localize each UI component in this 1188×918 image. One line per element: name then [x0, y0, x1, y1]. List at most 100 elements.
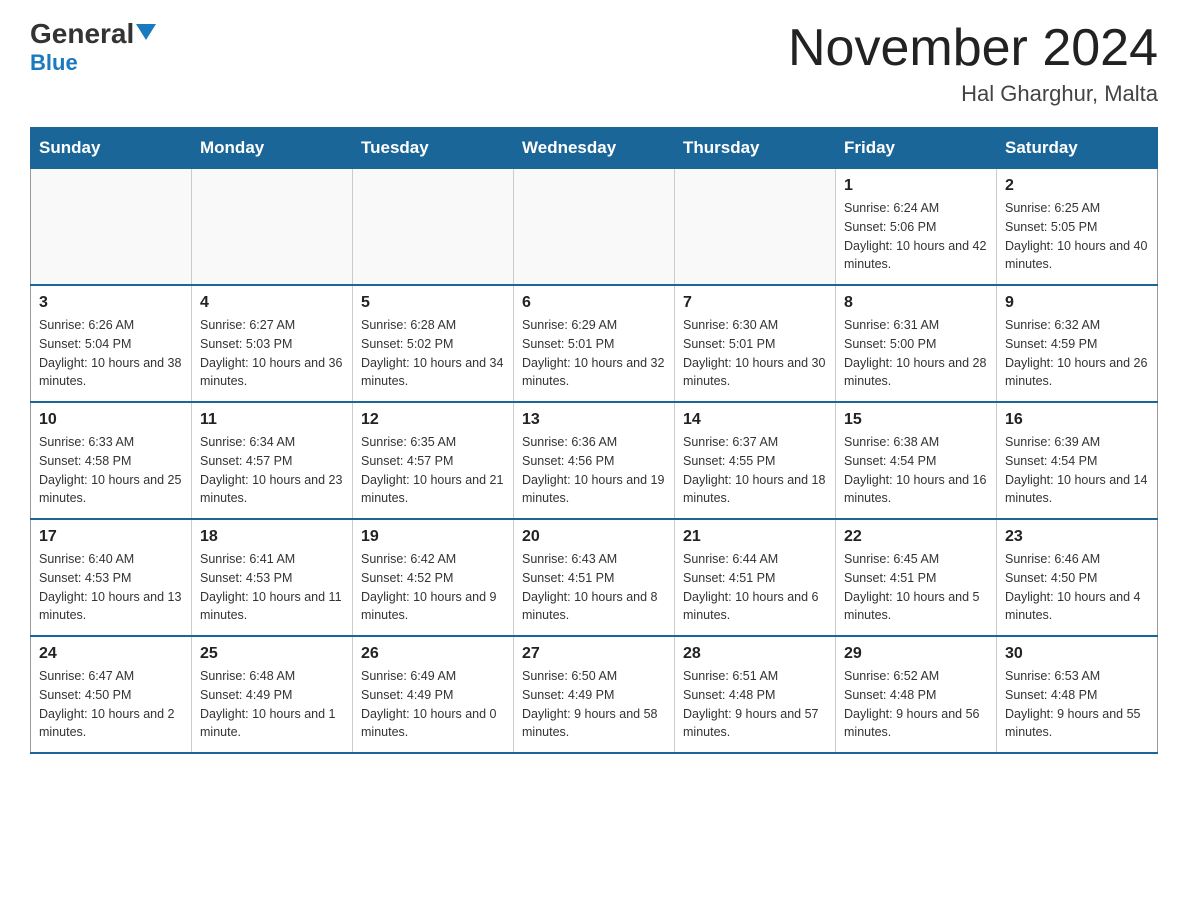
day-info: Sunrise: 6:25 AMSunset: 5:05 PMDaylight:… — [1005, 199, 1149, 274]
day-number: 3 — [39, 294, 183, 312]
day-cell: 26 Sunrise: 6:49 AMSunset: 4:49 PMDayligh… — [353, 636, 514, 753]
day-cell: 4 Sunrise: 6:27 AMSunset: 5:03 PMDaylight… — [192, 285, 353, 402]
day-number: 13 — [522, 411, 666, 429]
logo-blue: Blue — [30, 50, 78, 76]
week-row-2: 3 Sunrise: 6:26 AMSunset: 5:04 PMDaylight… — [31, 285, 1158, 402]
day-number: 27 — [522, 645, 666, 663]
day-cell: 6Sunrise: 6:29 AMSunset: 5:01 PMDaylight… — [514, 285, 675, 402]
day-info: Sunrise: 6:48 AMSunset: 4:49 PMDaylight:… — [200, 667, 344, 742]
day-cell: 28Sunrise: 6:51 AMSunset: 4:48 PMDayligh… — [675, 636, 836, 753]
day-info: Sunrise: 6:32 AMSunset: 4:59 PMDaylight:… — [1005, 316, 1149, 391]
day-cell: 19 Sunrise: 6:42 AMSunset: 4:52 PMDayligh… — [353, 519, 514, 636]
day-info: Sunrise: 6:47 AMSunset: 4:50 PMDaylight:… — [39, 667, 183, 742]
day-number: 21 — [683, 528, 827, 546]
days-of-week-row: SundayMondayTuesdayWednesdayThursdayFrid… — [31, 128, 1158, 169]
day-info: Sunrise: 6:49 AMSunset: 4:49 PMDaylight:… — [361, 667, 505, 742]
day-number: 24 — [39, 645, 183, 663]
day-of-week-monday: Monday — [192, 128, 353, 169]
day-info: Sunrise: 6:34 AMSunset: 4:57 PMDaylight:… — [200, 433, 344, 508]
day-info: Sunrise: 6:41 AMSunset: 4:53 PMDaylight:… — [200, 550, 344, 625]
day-number: 9 — [1005, 294, 1149, 312]
day-cell: 22 Sunrise: 6:45 AMSunset: 4:51 PMDayligh… — [836, 519, 997, 636]
month-year-title: November 2024 — [788, 20, 1158, 77]
day-cell — [31, 169, 192, 286]
day-cell: 7 Sunrise: 6:30 AMSunset: 5:01 PMDaylight… — [675, 285, 836, 402]
day-info: Sunrise: 6:50 AMSunset: 4:49 PMDaylight:… — [522, 667, 666, 742]
day-number: 22 — [844, 528, 988, 546]
day-cell: 18 Sunrise: 6:41 AMSunset: 4:53 PMDayligh… — [192, 519, 353, 636]
day-number: 25 — [200, 645, 344, 663]
title-area: November 2024 Hal Gharghur, Malta — [788, 20, 1158, 107]
day-number: 7 — [683, 294, 827, 312]
day-number: 19 — [361, 528, 505, 546]
week-row-5: 24 Sunrise: 6:47 AMSunset: 4:50 PMDayligh… — [31, 636, 1158, 753]
day-cell: 1 Sunrise: 6:24 AMSunset: 5:06 PMDaylight… — [836, 169, 997, 286]
day-cell: 15 Sunrise: 6:38 AMSunset: 4:54 PMDayligh… — [836, 402, 997, 519]
day-cell: 24 Sunrise: 6:47 AMSunset: 4:50 PMDayligh… — [31, 636, 192, 753]
day-number: 30 — [1005, 645, 1149, 663]
day-info: Sunrise: 6:35 AMSunset: 4:57 PMDaylight:… — [361, 433, 505, 508]
logo: General Blue — [30, 20, 156, 76]
day-number: 23 — [1005, 528, 1149, 546]
day-cell — [514, 169, 675, 286]
week-row-4: 17Sunrise: 6:40 AMSunset: 4:53 PMDayligh… — [31, 519, 1158, 636]
day-cell: 17Sunrise: 6:40 AMSunset: 4:53 PMDayligh… — [31, 519, 192, 636]
day-info: Sunrise: 6:46 AMSunset: 4:50 PMDaylight:… — [1005, 550, 1149, 625]
day-cell: 25 Sunrise: 6:48 AMSunset: 4:49 PMDayligh… — [192, 636, 353, 753]
day-info: Sunrise: 6:30 AMSunset: 5:01 PMDaylight:… — [683, 316, 827, 391]
day-of-week-tuesday: Tuesday — [353, 128, 514, 169]
location-subtitle: Hal Gharghur, Malta — [788, 81, 1158, 107]
day-number: 4 — [200, 294, 344, 312]
day-of-week-saturday: Saturday — [997, 128, 1158, 169]
day-number: 5 — [361, 294, 505, 312]
day-info: Sunrise: 6:53 AMSunset: 4:48 PMDaylight:… — [1005, 667, 1149, 742]
day-cell: 27 Sunrise: 6:50 AMSunset: 4:49 PMDayligh… — [514, 636, 675, 753]
day-info: Sunrise: 6:24 AMSunset: 5:06 PMDaylight:… — [844, 199, 988, 274]
day-info: Sunrise: 6:51 AMSunset: 4:48 PMDaylight:… — [683, 667, 827, 742]
day-info: Sunrise: 6:29 AMSunset: 5:01 PMDaylight:… — [522, 316, 666, 391]
day-number: 12 — [361, 411, 505, 429]
day-info: Sunrise: 6:42 AMSunset: 4:52 PMDaylight:… — [361, 550, 505, 625]
day-cell: 21 Sunrise: 6:44 AMSunset: 4:51 PMDayligh… — [675, 519, 836, 636]
calendar-table: SundayMondayTuesdayWednesdayThursdayFrid… — [30, 127, 1158, 754]
day-number: 10 — [39, 411, 183, 429]
day-number: 14 — [683, 411, 827, 429]
day-cell: 11 Sunrise: 6:34 AMSunset: 4:57 PMDayligh… — [192, 402, 353, 519]
day-number: 18 — [200, 528, 344, 546]
day-info: Sunrise: 6:43 AMSunset: 4:51 PMDaylight:… — [522, 550, 666, 625]
day-number: 8 — [844, 294, 988, 312]
day-info: Sunrise: 6:39 AMSunset: 4:54 PMDaylight:… — [1005, 433, 1149, 508]
day-cell — [353, 169, 514, 286]
day-cell: 13Sunrise: 6:36 AMSunset: 4:56 PMDayligh… — [514, 402, 675, 519]
day-info: Sunrise: 6:44 AMSunset: 4:51 PMDaylight:… — [683, 550, 827, 625]
day-info: Sunrise: 6:28 AMSunset: 5:02 PMDaylight:… — [361, 316, 505, 391]
day-cell: 5 Sunrise: 6:28 AMSunset: 5:02 PMDaylight… — [353, 285, 514, 402]
day-info: Sunrise: 6:38 AMSunset: 4:54 PMDaylight:… — [844, 433, 988, 508]
day-number: 1 — [844, 177, 988, 195]
calendar-header: SundayMondayTuesdayWednesdayThursdayFrid… — [31, 128, 1158, 169]
day-info: Sunrise: 6:40 AMSunset: 4:53 PMDaylight:… — [39, 550, 183, 625]
day-number: 16 — [1005, 411, 1149, 429]
logo-triangle-icon — [136, 24, 156, 40]
day-number: 11 — [200, 411, 344, 429]
day-cell: 16 Sunrise: 6:39 AMSunset: 4:54 PMDayligh… — [997, 402, 1158, 519]
day-number: 26 — [361, 645, 505, 663]
day-info: Sunrise: 6:27 AMSunset: 5:03 PMDaylight:… — [200, 316, 344, 391]
day-cell: 2 Sunrise: 6:25 AMSunset: 5:05 PMDaylight… — [997, 169, 1158, 286]
day-info: Sunrise: 6:31 AMSunset: 5:00 PMDaylight:… — [844, 316, 988, 391]
day-info: Sunrise: 6:26 AMSunset: 5:04 PMDaylight:… — [39, 316, 183, 391]
day-number: 15 — [844, 411, 988, 429]
week-row-1: 1 Sunrise: 6:24 AMSunset: 5:06 PMDaylight… — [31, 169, 1158, 286]
day-number: 2 — [1005, 177, 1149, 195]
day-info: Sunrise: 6:45 AMSunset: 4:51 PMDaylight:… — [844, 550, 988, 625]
day-cell: 30 Sunrise: 6:53 AMSunset: 4:48 PMDayligh… — [997, 636, 1158, 753]
day-number: 20 — [522, 528, 666, 546]
day-cell: 20 Sunrise: 6:43 AMSunset: 4:51 PMDayligh… — [514, 519, 675, 636]
day-cell: 9 Sunrise: 6:32 AMSunset: 4:59 PMDaylight… — [997, 285, 1158, 402]
day-of-week-friday: Friday — [836, 128, 997, 169]
week-row-3: 10Sunrise: 6:33 AMSunset: 4:58 PMDayligh… — [31, 402, 1158, 519]
day-cell: 14Sunrise: 6:37 AMSunset: 4:55 PMDayligh… — [675, 402, 836, 519]
day-cell: 12 Sunrise: 6:35 AMSunset: 4:57 PMDayligh… — [353, 402, 514, 519]
day-info: Sunrise: 6:52 AMSunset: 4:48 PMDaylight:… — [844, 667, 988, 742]
header: General Blue November 2024 Hal Gharghur,… — [30, 20, 1158, 107]
